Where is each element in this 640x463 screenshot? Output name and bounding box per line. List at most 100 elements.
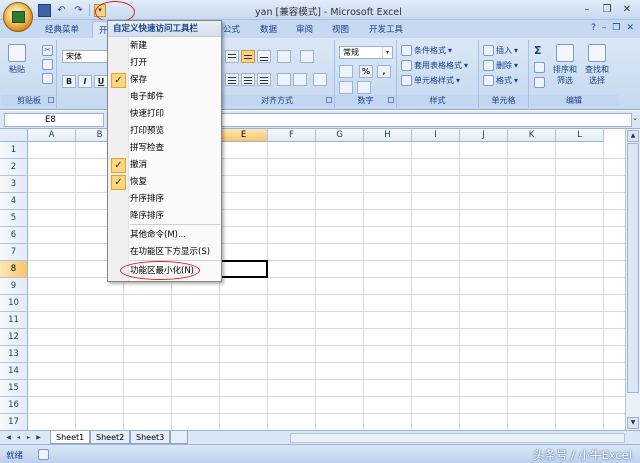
restore-button[interactable]: ❐ bbox=[598, 2, 616, 16]
undo-icon[interactable]: ↶ bbox=[55, 4, 68, 17]
first-sheet-icon[interactable]: ◀ bbox=[4, 433, 13, 443]
tab-view[interactable]: 视图 bbox=[332, 23, 349, 35]
row-header[interactable]: 2 bbox=[0, 159, 28, 176]
bold-button[interactable]: B bbox=[62, 75, 76, 88]
sheet-tab-1[interactable]: Sheet1 bbox=[50, 431, 91, 444]
row-header[interactable]: 14 bbox=[0, 363, 28, 380]
orientation-button[interactable] bbox=[277, 50, 291, 63]
menu-item[interactable]: 电子邮件 bbox=[108, 89, 221, 106]
scroll-thumb[interactable] bbox=[627, 143, 639, 393]
horizontal-scrollbar[interactable] bbox=[290, 433, 625, 443]
tab-classic-menu[interactable]: 经典菜单 bbox=[45, 23, 79, 35]
column-header[interactable]: K bbox=[508, 129, 556, 142]
percent-button[interactable]: % bbox=[359, 65, 373, 78]
ribbon-minimize-icon[interactable]: – bbox=[602, 23, 607, 33]
cut-icon[interactable]: ✂ bbox=[42, 45, 53, 56]
sort-filter-button[interactable]: 排序和 筛选 bbox=[553, 44, 577, 86]
underline-button[interactable]: U bbox=[94, 75, 108, 88]
ribbon-restore-icon[interactable]: ❐ bbox=[612, 23, 620, 33]
select-all-corner[interactable] bbox=[0, 129, 28, 142]
menu-item[interactable]: 在功能区下方显示(S) bbox=[108, 244, 221, 261]
row-header[interactable]: 12 bbox=[0, 329, 28, 346]
menu-item[interactable]: 保存 ✓ bbox=[108, 72, 221, 89]
last-sheet-icon[interactable]: ▶ bbox=[34, 433, 43, 443]
menu-item[interactable]: 降序排序 bbox=[108, 208, 221, 225]
row-header[interactable]: 10 bbox=[0, 295, 28, 312]
tab-developer[interactable]: 开发工具 bbox=[369, 23, 403, 35]
office-button[interactable] bbox=[3, 2, 33, 32]
redo-icon[interactable]: ↷ bbox=[72, 4, 85, 17]
menu-item[interactable]: 快速打印 bbox=[108, 106, 221, 123]
row-header[interactable]: 9 bbox=[0, 278, 28, 295]
increase-decimal-button[interactable] bbox=[339, 81, 353, 94]
increase-indent-button[interactable] bbox=[293, 73, 307, 86]
menu-item[interactable]: 恢复 ✓ bbox=[108, 174, 221, 191]
menu-item[interactable]: 撤消 ✓ bbox=[108, 157, 221, 174]
paste-button[interactable]: 粘贴 bbox=[8, 44, 26, 75]
align-bottom-button[interactable] bbox=[257, 50, 271, 63]
decrease-indent-button[interactable] bbox=[277, 73, 291, 86]
italic-button[interactable]: I bbox=[78, 75, 92, 88]
tab-data[interactable]: 数据 bbox=[260, 23, 277, 35]
align-left-button[interactable] bbox=[225, 73, 239, 86]
ribbon-close-icon[interactable]: ✕ bbox=[626, 23, 634, 33]
delete-button[interactable]: 删除 ▾ bbox=[483, 60, 518, 71]
worksheet-grid[interactable]: ABCDEFGHIJKL1234567891011121314151617 bbox=[0, 129, 640, 431]
column-header[interactable]: A bbox=[28, 129, 76, 142]
row-header[interactable]: 16 bbox=[0, 397, 28, 414]
row-header[interactable]: 5 bbox=[0, 210, 28, 227]
dialog-launcher-icon[interactable] bbox=[48, 97, 54, 103]
close-button[interactable]: ✕ bbox=[618, 2, 636, 16]
format-button[interactable]: 格式 ▾ bbox=[483, 75, 518, 86]
sheet-tab-3[interactable]: Sheet3 bbox=[130, 431, 171, 444]
row-header[interactable]: 3 bbox=[0, 176, 28, 193]
format-as-table-button[interactable]: 套用表格格式 ▾ bbox=[401, 60, 468, 71]
row-header[interactable]: 15 bbox=[0, 380, 28, 397]
align-center-button[interactable] bbox=[241, 73, 255, 86]
sheet-tab-2[interactable]: Sheet2 bbox=[90, 431, 131, 444]
autosum-button[interactable]: Σ bbox=[534, 44, 542, 57]
macro-record-icon[interactable] bbox=[38, 449, 49, 460]
align-middle-button[interactable] bbox=[241, 50, 255, 63]
column-header[interactable]: L bbox=[556, 129, 604, 142]
insert-button[interactable]: 插入 ▾ bbox=[483, 45, 518, 56]
row-header[interactable]: 8 bbox=[0, 261, 28, 278]
fill-icon[interactable] bbox=[534, 62, 545, 73]
row-header[interactable]: 1 bbox=[0, 142, 28, 159]
cell-styles-button[interactable]: 单元格样式 ▾ bbox=[401, 75, 460, 86]
help-icon[interactable]: ? bbox=[591, 23, 596, 33]
align-right-button[interactable] bbox=[257, 73, 271, 86]
conditional-formatting-button[interactable]: 条件格式 ▾ bbox=[401, 45, 452, 56]
next-sheet-icon[interactable]: ▸ bbox=[24, 433, 33, 443]
tab-review[interactable]: 审阅 bbox=[296, 23, 313, 35]
save-icon[interactable] bbox=[38, 3, 51, 17]
accounting-format-button[interactable] bbox=[339, 65, 353, 78]
menu-item[interactable]: 新建 bbox=[108, 38, 221, 55]
find-select-button[interactable]: 查找和 选择 bbox=[585, 44, 609, 86]
merge-center-button[interactable] bbox=[313, 73, 327, 86]
column-header[interactable]: E bbox=[220, 129, 268, 142]
scroll-up-icon[interactable]: ▲ bbox=[627, 130, 639, 142]
number-format-combo[interactable]: 常规 ▾ bbox=[339, 46, 393, 59]
row-header[interactable]: 13 bbox=[0, 346, 28, 363]
format-painter-icon[interactable] bbox=[42, 73, 53, 84]
menu-item[interactable]: 打开 bbox=[108, 55, 221, 72]
menu-item[interactable]: 其他命令(M)... bbox=[108, 227, 221, 244]
insert-sheet-icon[interactable] bbox=[170, 431, 188, 444]
row-header[interactable]: 6 bbox=[0, 227, 28, 244]
row-header[interactable]: 11 bbox=[0, 312, 28, 329]
dialog-launcher-icon[interactable] bbox=[388, 97, 394, 103]
copy-icon[interactable] bbox=[42, 59, 53, 70]
scroll-down-icon[interactable]: ▼ bbox=[627, 417, 639, 429]
decrease-decimal-button[interactable] bbox=[357, 81, 371, 94]
clear-icon[interactable] bbox=[534, 77, 545, 88]
active-cell[interactable] bbox=[219, 260, 268, 278]
minimize-button[interactable]: – bbox=[578, 2, 596, 16]
expand-formula-bar-icon[interactable]: ⌄ bbox=[632, 114, 638, 122]
name-box[interactable]: E8 bbox=[4, 113, 104, 127]
row-header[interactable]: 17 bbox=[0, 414, 28, 431]
column-header[interactable]: F bbox=[268, 129, 316, 142]
menu-item[interactable]: 拼写检查 bbox=[108, 140, 221, 157]
row-header[interactable]: 7 bbox=[0, 244, 28, 261]
vertical-scrollbar[interactable]: ▲ ▼ bbox=[625, 129, 640, 430]
